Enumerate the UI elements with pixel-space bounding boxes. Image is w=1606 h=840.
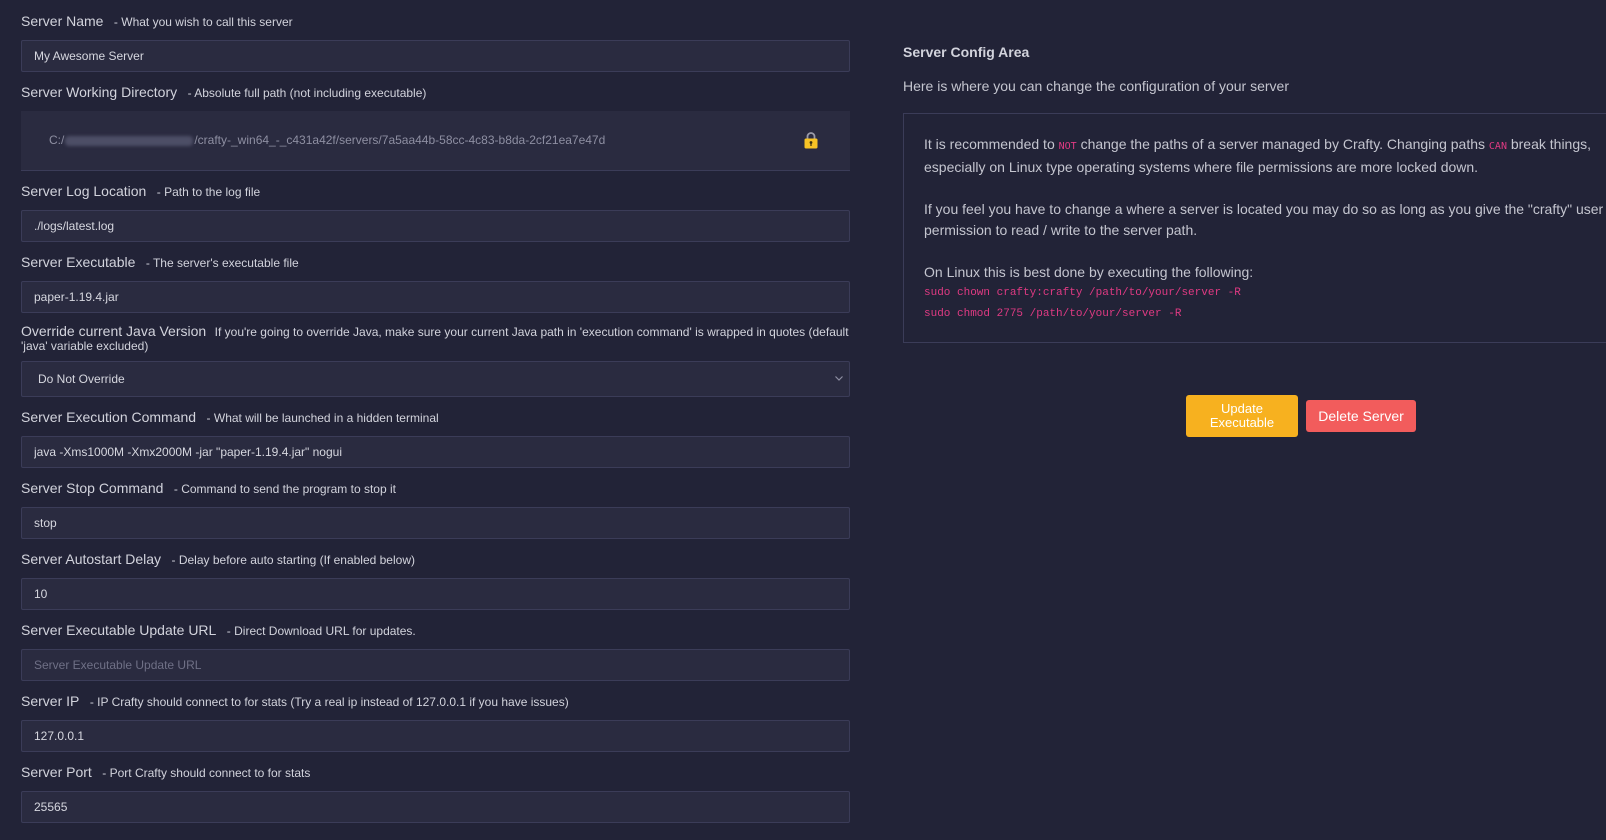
working-dir-field: C:/ /crafty-_win64_-_c431a42f/servers/7a5… [21,111,850,171]
config-area-subtitle: Here is where you can change the configu… [903,78,1289,94]
update-url-input[interactable] [21,649,850,681]
chmod-command: sudo chmod 2775 /path/to/your/server -R [924,308,1182,320]
autostart-delay-input[interactable] [21,578,850,610]
autostart-delay-hint: - Delay before auto starting (If enabled… [171,553,415,567]
server-port-hint: - Port Crafty should connect to for stat… [102,766,311,780]
log-location-label-row: Server Log Location - Path to the log fi… [21,181,850,202]
exec-command-label-row: Server Execution Command - What will be … [21,407,850,428]
exec-command-label: Server Execution Command [21,409,197,425]
autostart-delay-label: Server Autostart Delay [21,551,162,567]
java-override-selected: Do Not Override [38,372,125,386]
working-dir-prefix: C:/ [49,133,65,147]
executable-label: Server Executable [21,254,136,270]
server-ip-input[interactable] [21,720,850,752]
update-url-hint: - Direct Download URL for updates. [226,624,416,638]
stop-command-hint: - Command to send the program to stop it [173,482,396,496]
warning-text: change the paths of a server managed by … [1076,136,1489,152]
java-override-select[interactable]: Do Not Override [21,361,850,397]
working-dir-label-row: Server Working Directory - Absolute full… [21,82,850,103]
redacted-path [65,135,194,146]
executable-input[interactable] [21,281,850,313]
update-button-line2: Executable [1209,415,1275,430]
stop-command-label: Server Stop Command [21,480,164,496]
exec-command-hint: - What will be launched in a hidden term… [206,411,439,425]
not-keyword: not [1058,141,1077,152]
stop-command-input[interactable] [21,507,850,539]
autostart-delay-label-row: Server Autostart Delay - Delay before au… [21,549,850,570]
working-dir-hint: - Absolute full path (not including exec… [187,86,427,100]
update-executable-button[interactable]: Update Executable [1186,395,1298,437]
working-dir-suffix: /crafty-_win64_-_c431a42f/servers/7a5aa4… [194,133,606,147]
server-port-label: Server Port [21,764,92,780]
server-name-label-row: Server Name - What you wish to call this… [21,11,850,32]
server-ip-label: Server IP [21,693,80,709]
warning-text: It is recommended to [924,136,1059,152]
linux-instructions: On Linux this is best done by executing … [924,264,1254,280]
lock-icon [804,132,818,149]
java-override-label: Override current Java Version [21,323,207,339]
exec-command-input[interactable] [21,436,850,468]
server-name-label: Server Name [21,13,104,29]
chevron-down-icon [835,376,843,381]
server-name-hint: - What you wish to call this server [113,15,293,29]
config-area-title: Server Config Area [903,44,1030,60]
permission-paragraph: If you feel you have to change a where a… [924,201,1604,238]
server-name-input[interactable] [21,40,850,72]
path-warning-notice: It is recommended to not change the path… [903,113,1606,343]
stop-command-label-row: Server Stop Command - Command to send th… [21,478,850,499]
java-override-label-row: Override current Java Version If you're … [21,323,850,353]
warning-paragraph: It is recommended to not change the path… [924,134,1606,178]
can-keyword: can [1488,141,1507,152]
delete-server-button[interactable]: Delete Server [1306,400,1416,432]
server-ip-hint: - IP Crafty should connect to for stats … [89,695,569,709]
server-port-label-row: Server Port - Port Crafty should connect… [21,762,850,783]
executable-label-row: Server Executable - The server's executa… [21,252,850,273]
server-port-input[interactable] [21,791,850,823]
server-config-form: Server Name - What you wish to call this… [21,0,850,823]
log-location-hint: - Path to the log file [156,185,261,199]
chown-command: sudo chown crafty:crafty /path/to/your/s… [924,287,1241,299]
update-button-line1: Update [1221,401,1263,416]
log-location-input[interactable] [21,210,850,242]
working-dir-label: Server Working Directory [21,84,178,100]
log-location-label: Server Log Location [21,183,147,199]
server-ip-label-row: Server IP - IP Crafty should connect to … [21,691,850,712]
executable-hint: - The server's executable file [145,256,299,270]
update-url-label: Server Executable Update URL [21,622,217,638]
update-url-label-row: Server Executable Update URL - Direct Do… [21,620,850,641]
